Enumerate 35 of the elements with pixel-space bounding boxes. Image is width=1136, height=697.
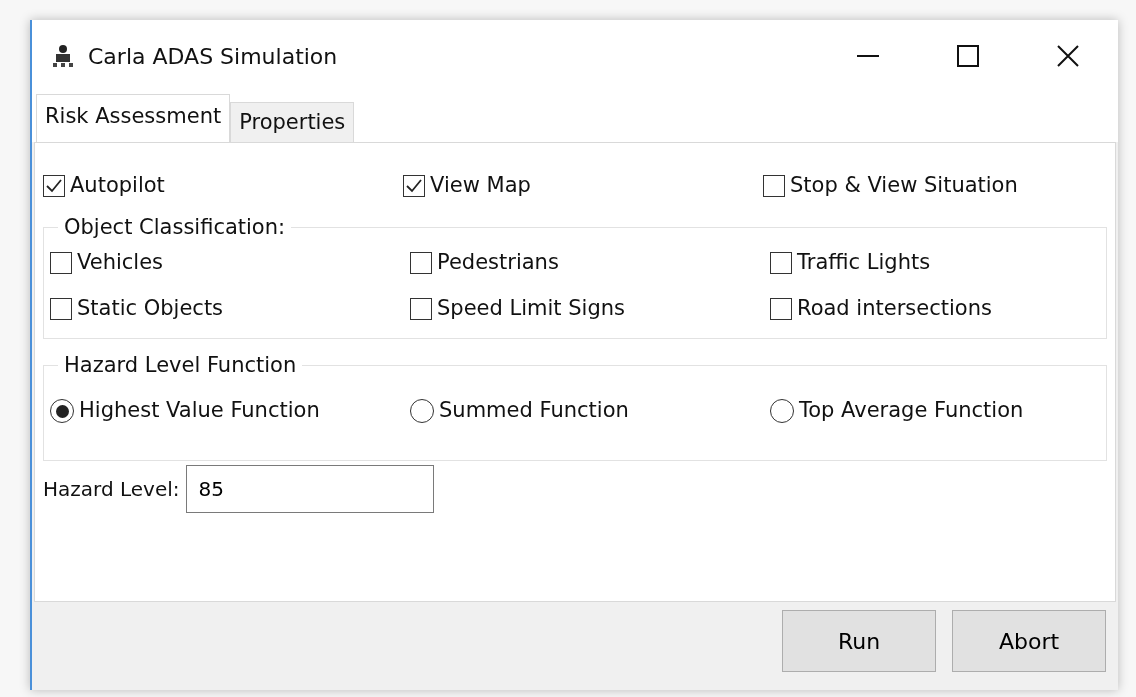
field-label: Hazard Level: bbox=[43, 476, 180, 503]
checkbox[interactable] bbox=[43, 175, 65, 197]
app-icon bbox=[52, 44, 74, 68]
checkbox-label: Static Objects bbox=[77, 295, 224, 323]
radio-button[interactable] bbox=[410, 399, 434, 423]
radio-button[interactable] bbox=[50, 399, 74, 423]
checkbox-label: Road intersections bbox=[797, 295, 992, 323]
checkbox-label: Vehicles bbox=[77, 249, 164, 277]
checkbox[interactable] bbox=[770, 298, 792, 320]
checkbox[interactable] bbox=[50, 298, 72, 320]
checkbox-label: Autopilot bbox=[70, 172, 165, 200]
hazard-level-field[interactable]: 85 bbox=[185, 465, 434, 513]
radio-button[interactable] bbox=[770, 399, 794, 423]
radio-label: Highest Value Function bbox=[79, 397, 320, 425]
checkbox-label: Stop & View Situation bbox=[790, 172, 1018, 200]
radio-label: Summed Function bbox=[439, 397, 629, 425]
window-title: Carla ADAS Simulation bbox=[88, 42, 339, 71]
checkbox[interactable] bbox=[410, 252, 432, 274]
checkbox[interactable] bbox=[403, 175, 425, 197]
minimize-icon bbox=[857, 55, 879, 57]
checkbox-label: View Map bbox=[430, 172, 531, 200]
maximize-icon bbox=[957, 45, 979, 67]
checkbox[interactable] bbox=[410, 298, 432, 320]
close-icon bbox=[1057, 45, 1079, 67]
checkbox[interactable] bbox=[770, 252, 792, 274]
dialog-button[interactable]: Run bbox=[782, 610, 936, 672]
checkbox-label: Speed Limit Signs bbox=[437, 295, 625, 323]
tab[interactable]: Risk Assessment bbox=[36, 94, 231, 142]
checkbox-label: Traffic Lights bbox=[797, 249, 931, 277]
tab[interactable]: Properties bbox=[230, 102, 355, 142]
radio-label: Top Average Function bbox=[799, 397, 1024, 425]
dialog-button[interactable]: Abort bbox=[952, 610, 1106, 672]
checkbox[interactable] bbox=[763, 175, 785, 197]
checkbox-label: Pedestrians bbox=[437, 249, 559, 277]
checkbox[interactable] bbox=[50, 252, 72, 274]
